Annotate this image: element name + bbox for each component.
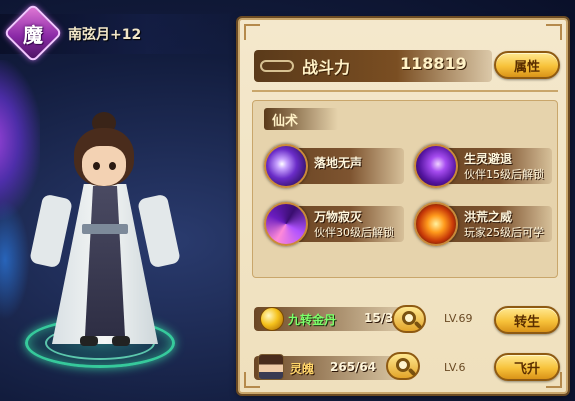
skill-name: 万物寂灭 <box>314 210 363 224</box>
skill-name: 洪荒之威 <box>464 210 513 224</box>
fire-ring-icon[interactable] <box>414 202 458 246</box>
ascend-button[interactable]: 飞升 <box>494 353 560 381</box>
magnify-button[interactable] <box>392 305 426 333</box>
attributes-button[interactable]: 属性 <box>494 51 560 79</box>
character-model[interactable] <box>29 112 181 352</box>
skill-name: 落地无声 <box>314 156 363 170</box>
combat-power-label: 战斗力 <box>302 58 351 77</box>
combat-power-value: 118819 <box>400 54 467 73</box>
divider <box>252 90 558 92</box>
gold-pill-icon[interactable] <box>260 307 284 331</box>
character-scene <box>0 0 245 401</box>
magic-glow-effect <box>0 200 30 320</box>
skill-unlock-note: 伙伴30级后解锁 <box>314 226 394 239</box>
class-emblem-label: 魔 <box>23 22 43 47</box>
pet-portrait-icon[interactable] <box>258 354 284 380</box>
magnify-button[interactable] <box>386 352 420 380</box>
galaxy-swirl-icon[interactable] <box>264 202 308 246</box>
skill-name: 生灵避退 <box>464 152 513 166</box>
cloud-ornament-icon <box>260 60 294 72</box>
purple-slash-icon[interactable] <box>264 144 308 188</box>
character-name: 南弦月+12 <box>68 27 142 43</box>
item-count: 265/64 <box>330 360 377 374</box>
skill-unlock-note: 玩家25级后可学 <box>464 226 544 239</box>
level-text: LV.6 <box>444 361 466 374</box>
rebirth-button[interactable]: 转生 <box>494 306 560 334</box>
character-info-panel: 战斗力 118819 属性 仙术 落地无声 生灵避退 伙伴15级后解锁 万物寂灭… <box>238 18 568 394</box>
spell-tab-label: 仙术 <box>272 114 299 129</box>
corner-ornament <box>244 24 260 40</box>
skill-unlock-note: 伙伴15级后解锁 <box>464 168 544 181</box>
purple-vortex-icon[interactable] <box>414 144 458 188</box>
item-name: 灵魄 <box>290 362 315 376</box>
corner-ornament <box>546 24 562 40</box>
level-text: LV.69 <box>444 312 473 325</box>
item-name: 九转金丹 <box>288 313 337 327</box>
